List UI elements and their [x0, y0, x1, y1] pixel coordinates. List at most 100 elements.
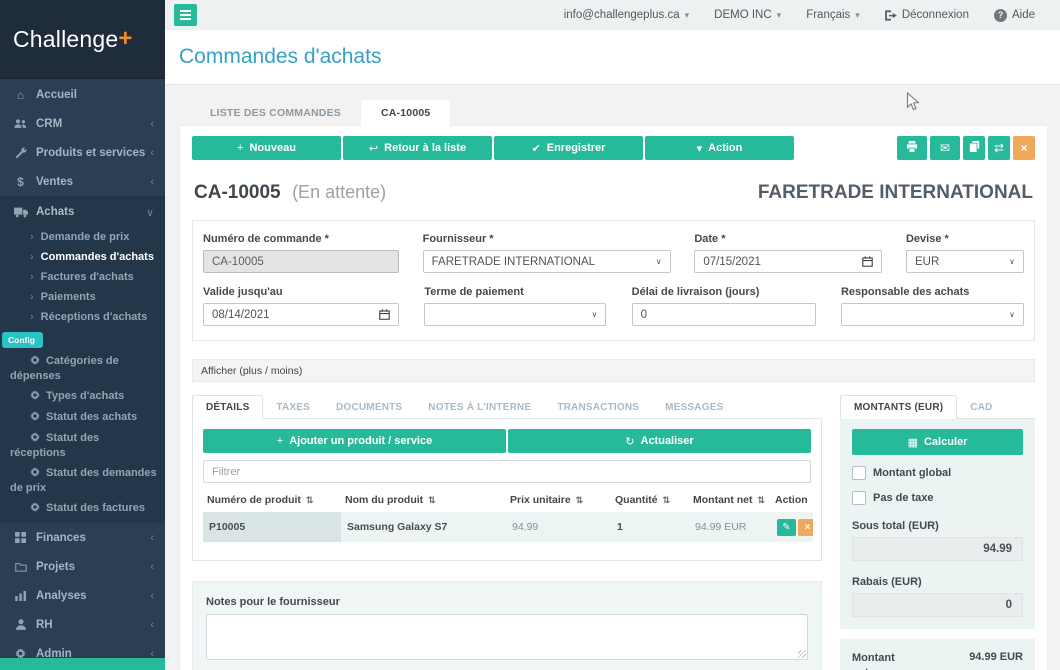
delivery-delay-value: 0 — [641, 309, 647, 321]
date-value: 07/15/2021 — [703, 256, 761, 268]
discount-input[interactable]: 0 — [852, 593, 1023, 617]
menu-toggle-button[interactable] — [174, 4, 197, 26]
sidebar-subitem-label: Réceptions d'achats — [41, 311, 148, 323]
calculate-button[interactable]: ▦ Calculer — [852, 429, 1023, 455]
supplier-notes-section: Notes pour le fournisseur — [192, 581, 822, 670]
sidebar-item-paiements[interactable]: › Paiements — [0, 287, 165, 307]
sidebar-item-achats[interactable]: Achats ∨ — [0, 197, 165, 227]
chevron-left-icon: ‹ — [150, 561, 154, 573]
company-menu[interactable]: DEMO INC ▾ — [714, 9, 781, 21]
tab-montants-eur[interactable]: MONTANTS (EUR) — [840, 395, 957, 419]
sidebar: Challenge+ ⌂ Accueil CRM ‹ Produits et s… — [0, 0, 165, 670]
sidebar-item-statut-demandes-prix[interactable]: Statut des demandes de prix — [0, 463, 165, 498]
action-button-label: Action — [708, 142, 742, 154]
sidebar-item-label: Finances — [36, 532, 86, 544]
sidebar-item-projets[interactable]: Projets ‹ — [0, 552, 165, 581]
users-icon — [13, 118, 28, 129]
date-input[interactable]: 07/15/2021 — [694, 250, 882, 273]
sidebar-item-commandes-achats[interactable]: › Commandes d'achats — [0, 247, 165, 267]
global-amount-checkbox[interactable] — [852, 466, 866, 480]
sidebar-item-statut-receptions[interactable]: Statut des réceptions — [0, 428, 165, 463]
details-actions: + Ajouter un produit / service ↻ Actuali… — [203, 429, 811, 453]
col-net-amount[interactable]: Montant net ⇅ — [689, 491, 771, 512]
supplier-select[interactable]: FARETRADE INTERNATIONAL ∨ — [423, 250, 671, 273]
edit-row-button[interactable]: ✎ — [777, 519, 796, 536]
products-table: Numéro de produit ⇅ Nom du produit ⇅ Pri… — [203, 491, 813, 542]
col-action[interactable]: Action ⇅ — [771, 491, 813, 512]
new-button[interactable]: + Nouveau — [192, 136, 341, 160]
app-logo[interactable]: Challenge+ — [0, 0, 165, 79]
close-record-button[interactable]: × — [1013, 136, 1035, 160]
no-tax-option[interactable]: Pas de taxe — [852, 491, 1023, 505]
sidebar-item-analyses[interactable]: Analyses ‹ — [0, 581, 165, 610]
sidebar-item-receptions-achats[interactable]: › Réceptions d'achats — [0, 307, 165, 327]
supplier-notes-textarea[interactable] — [206, 614, 808, 660]
col-product-name[interactable]: Nom du produit ⇅ — [341, 491, 506, 512]
col-product-number[interactable]: Numéro de produit ⇅ — [203, 491, 341, 512]
tab-cad[interactable]: CAD — [957, 395, 1005, 419]
sidebar-item-rh[interactable]: RH ‹ — [0, 610, 165, 639]
field-date: Date * 07/15/2021 — [694, 233, 882, 273]
sidebar-config-label: Statut des factures — [46, 502, 145, 514]
tab-taxes[interactable]: TAXES — [263, 395, 323, 419]
sidebar-item-demande-de-prix[interactable]: › Demande de prix — [0, 227, 165, 247]
tab-transactions[interactable]: TRANSACTIONS — [544, 395, 652, 419]
topbar-menu: info@challengeplus.ca ▾ DEMO INC ▾ Franç… — [564, 9, 1035, 22]
tab-ca-10005[interactable]: CA-10005 — [361, 100, 450, 126]
purchase-manager-select[interactable]: ∨ — [841, 303, 1024, 326]
language-label: Français — [806, 9, 850, 21]
show-more-toggle[interactable]: Afficher (plus / moins) — [192, 359, 1035, 382]
print-button[interactable] — [897, 136, 927, 160]
duplicate-button[interactable] — [963, 136, 985, 160]
sidebar-item-produits-services[interactable]: Produits et services ‹ — [0, 138, 165, 167]
refresh-button[interactable]: ↻ Actualiser — [508, 429, 811, 453]
no-tax-checkbox[interactable] — [852, 491, 866, 505]
tab-messages[interactable]: MESSAGES — [652, 395, 736, 419]
sidebar-item-types-achats[interactable]: Types d'achats — [0, 386, 165, 407]
action-button[interactable]: ▾ Action — [645, 136, 794, 160]
angle-right-icon: › — [30, 251, 34, 263]
cell-quantity: 1 — [611, 512, 689, 542]
sidebar-item-crm[interactable]: CRM ‹ — [0, 109, 165, 138]
sidebar-item-factures-achats[interactable]: › Factures d'achats — [0, 267, 165, 287]
refresh-label: Actualiser — [641, 435, 694, 447]
payment-term-select[interactable]: ∨ — [424, 303, 606, 326]
calculate-label: Calculer — [924, 436, 967, 448]
delivery-delay-input[interactable]: 0 — [632, 303, 816, 326]
delete-row-button[interactable]: × — [798, 519, 813, 536]
sign-out-icon — [885, 10, 897, 21]
sidebar-item-label: Ventes — [36, 176, 73, 188]
global-amount-option[interactable]: Montant global — [852, 466, 1023, 480]
email-button[interactable]: ✉ — [930, 136, 960, 160]
language-menu[interactable]: Français ▾ — [806, 9, 860, 21]
tab-details[interactable]: DÉTAILS — [192, 395, 263, 419]
col-quantity[interactable]: Quantité ⇅ — [611, 491, 689, 512]
currency-select[interactable]: EUR ∨ — [906, 250, 1024, 273]
logout-label: Déconnexion — [902, 9, 969, 21]
sidebar-item-finances[interactable]: Finances ‹ — [0, 523, 165, 552]
chevron-down-icon: ∨ — [1009, 310, 1015, 319]
sidebar-item-statut-factures[interactable]: Statut des factures — [0, 498, 165, 519]
user-email-menu[interactable]: info@challengeplus.ca ▾ — [564, 9, 689, 21]
sidebar-item-categories-depenses[interactable]: Catégories de dépenses — [0, 351, 165, 386]
sidebar-item-ventes[interactable]: $ Ventes ‹ — [0, 167, 165, 196]
sidebar-item-statut-achats[interactable]: Statut des achats — [0, 407, 165, 428]
back-to-list-button[interactable]: ↩ Retour à la liste — [343, 136, 492, 160]
amounts-panel: ▦ Calculer Montant global Pas de taxe — [840, 418, 1035, 629]
add-product-button[interactable]: + Ajouter un produit / service — [203, 429, 506, 453]
logout-link[interactable]: Déconnexion — [885, 9, 969, 21]
chevron-left-icon: ‹ — [150, 176, 154, 188]
help-link[interactable]: ? Aide — [994, 9, 1035, 22]
exchange-icon: ⇄ — [994, 141, 1004, 155]
save-button[interactable]: ✔ Enregistrer — [494, 136, 643, 160]
transfer-button[interactable]: ⇄ — [988, 136, 1010, 160]
tab-documents[interactable]: DOCUMENTS — [323, 395, 415, 419]
sidebar-item-accueil[interactable]: ⌂ Accueil — [0, 80, 165, 109]
filter-input[interactable] — [203, 460, 811, 483]
col-unit-price[interactable]: Prix unitaire ⇅ — [506, 491, 611, 512]
valid-until-input[interactable]: 08/14/2021 — [203, 303, 399, 326]
tab-liste-des-commandes[interactable]: LISTE DES COMMANDES — [190, 100, 361, 126]
tab-notes-interne[interactable]: NOTES À L'INTERNE — [415, 395, 544, 419]
caret-down-icon: ▾ — [697, 142, 703, 155]
cell-net-amount: 94.99 EUR — [689, 512, 771, 542]
